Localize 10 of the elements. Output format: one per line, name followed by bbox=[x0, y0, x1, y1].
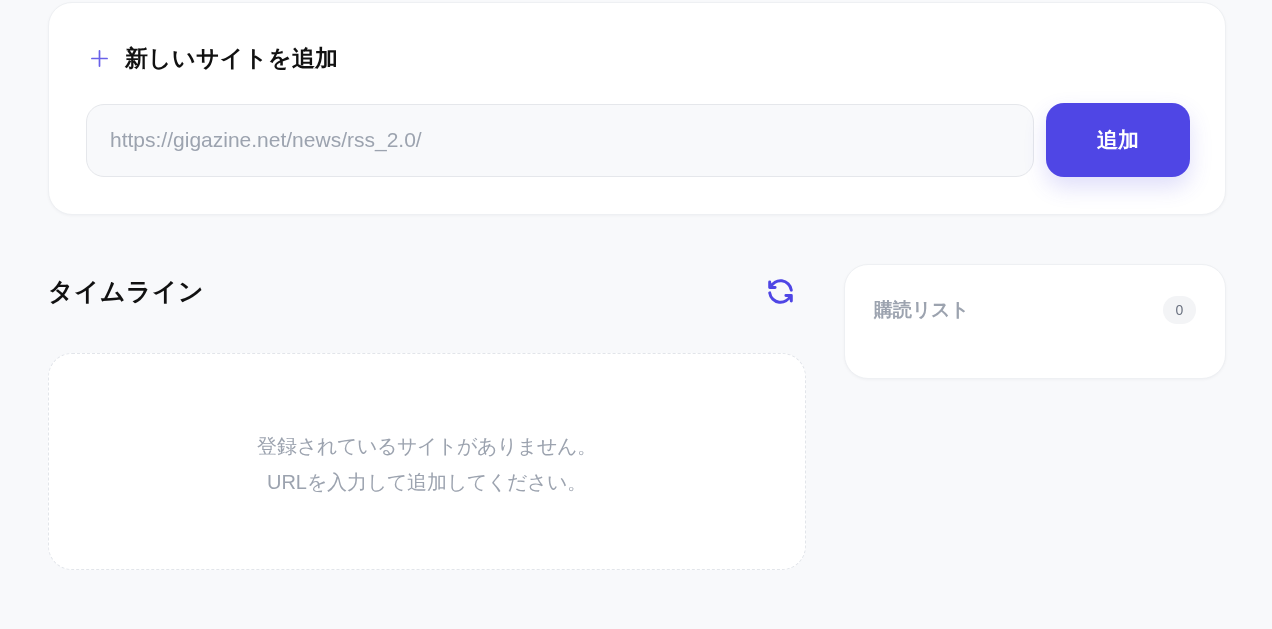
empty-message: 登録されているサイトがありません。 URLを入力して追加してください。 bbox=[257, 433, 597, 495]
refresh-icon bbox=[767, 277, 794, 305]
add-button[interactable]: 追加 bbox=[1046, 103, 1190, 177]
section-title: 新しいサイトを追加 bbox=[125, 44, 338, 73]
subscription-list-title: 購読リスト bbox=[874, 298, 969, 322]
plus-icon bbox=[90, 48, 109, 68]
count-badge: 0 bbox=[1163, 296, 1196, 324]
refresh-button[interactable] bbox=[767, 277, 794, 305]
timeline-title: タイムライン bbox=[48, 276, 204, 307]
url-input-field[interactable]: https://gigazine.net/news/rss_2.0/ bbox=[86, 103, 1034, 177]
